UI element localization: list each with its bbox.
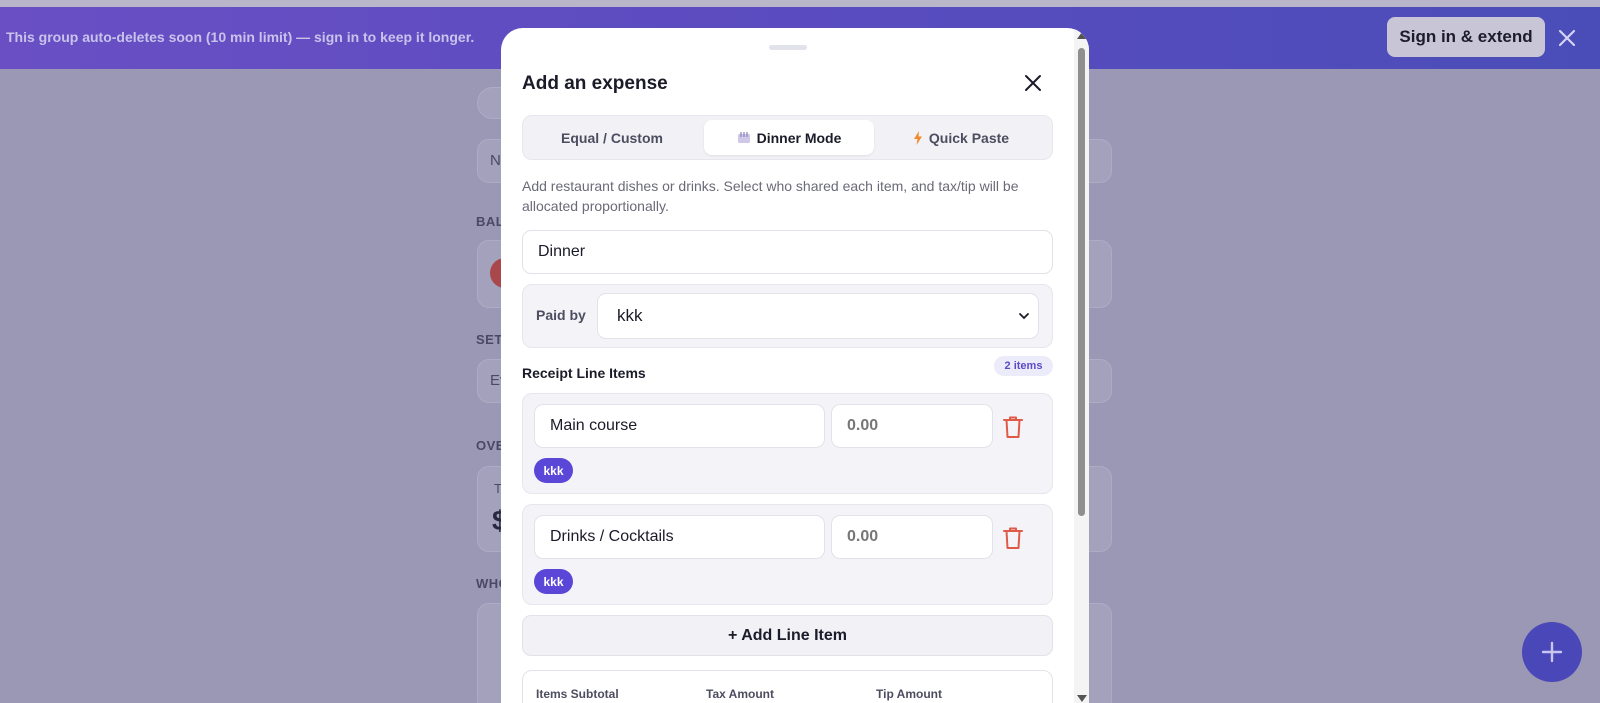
receipt-line-items-title: Receipt Line Items [522,365,646,381]
line-item-name-input[interactable]: Drinks / Cocktails [534,515,825,559]
add-expense-fab[interactable] [1522,622,1582,682]
dinner-icon [737,132,750,143]
scroll-up-arrow[interactable] [1077,32,1087,39]
sign-in-extend-button[interactable]: Sign in & extend [1387,17,1545,57]
drag-handle[interactable] [769,45,807,50]
totals-panel: Items Subtotal Tax Amount Tip Amount [522,670,1053,703]
modal-title: Add an expense [522,73,668,94]
tab-dinner-mode[interactable]: Dinner Mode [704,120,874,155]
add-expense-modal: Add an expense Equal / Custom Dinner Mod… [501,28,1089,703]
banner-message: This group auto-deletes soon (10 min lim… [6,29,475,45]
background-label-settle: SET [476,332,503,347]
split-mode-tabs: Equal / Custom Dinner Mode Quick Paste [522,115,1053,160]
line-item-name-input[interactable]: Main course [534,404,825,448]
paid-by-label: Paid by [536,307,586,323]
item-count-badge: 2 items [994,356,1053,376]
background-label-balances: BAL [476,214,505,229]
member-chip[interactable]: kkk [534,458,573,483]
paid-by-value: kkk [617,306,643,325]
member-chip[interactable]: kkk [534,569,573,594]
tip-amount-label: Tip Amount [876,687,942,701]
scroll-down-arrow[interactable] [1077,695,1087,702]
tab-quick-paste[interactable]: Quick Paste [876,120,1046,155]
tax-amount-label: Tax Amount [706,687,774,701]
line-item-amount-input[interactable]: 0.00 [831,404,993,448]
lightning-icon [913,130,922,145]
tab-equal-custom[interactable]: Equal / Custom [527,120,697,155]
paid-by-select[interactable]: kkk [597,293,1039,339]
trash-icon[interactable] [1002,415,1024,439]
line-item: Drinks / Cocktails 0.00 kkk [522,504,1053,605]
close-icon[interactable] [1556,27,1578,49]
scroll-thumb[interactable] [1078,48,1085,516]
modal-scrollbar[interactable] [1074,28,1089,703]
add-line-item-button[interactable]: + Add Line Item [522,615,1053,656]
dinner-mode-description: Add restaurant dishes or drinks. Select … [522,178,1019,214]
close-icon[interactable] [1023,73,1043,93]
expense-name-input[interactable]: Dinner [522,230,1053,274]
top-strip [0,0,1600,7]
line-item-amount-input[interactable]: 0.00 [831,515,993,559]
trash-icon[interactable] [1002,526,1024,550]
line-item: Main course 0.00 kkk [522,393,1053,494]
plus-icon [1541,641,1563,663]
items-subtotal-label: Items Subtotal [536,687,619,701]
paid-by-row: Paid by kkk [522,284,1053,348]
chevron-down-icon [1019,313,1029,320]
